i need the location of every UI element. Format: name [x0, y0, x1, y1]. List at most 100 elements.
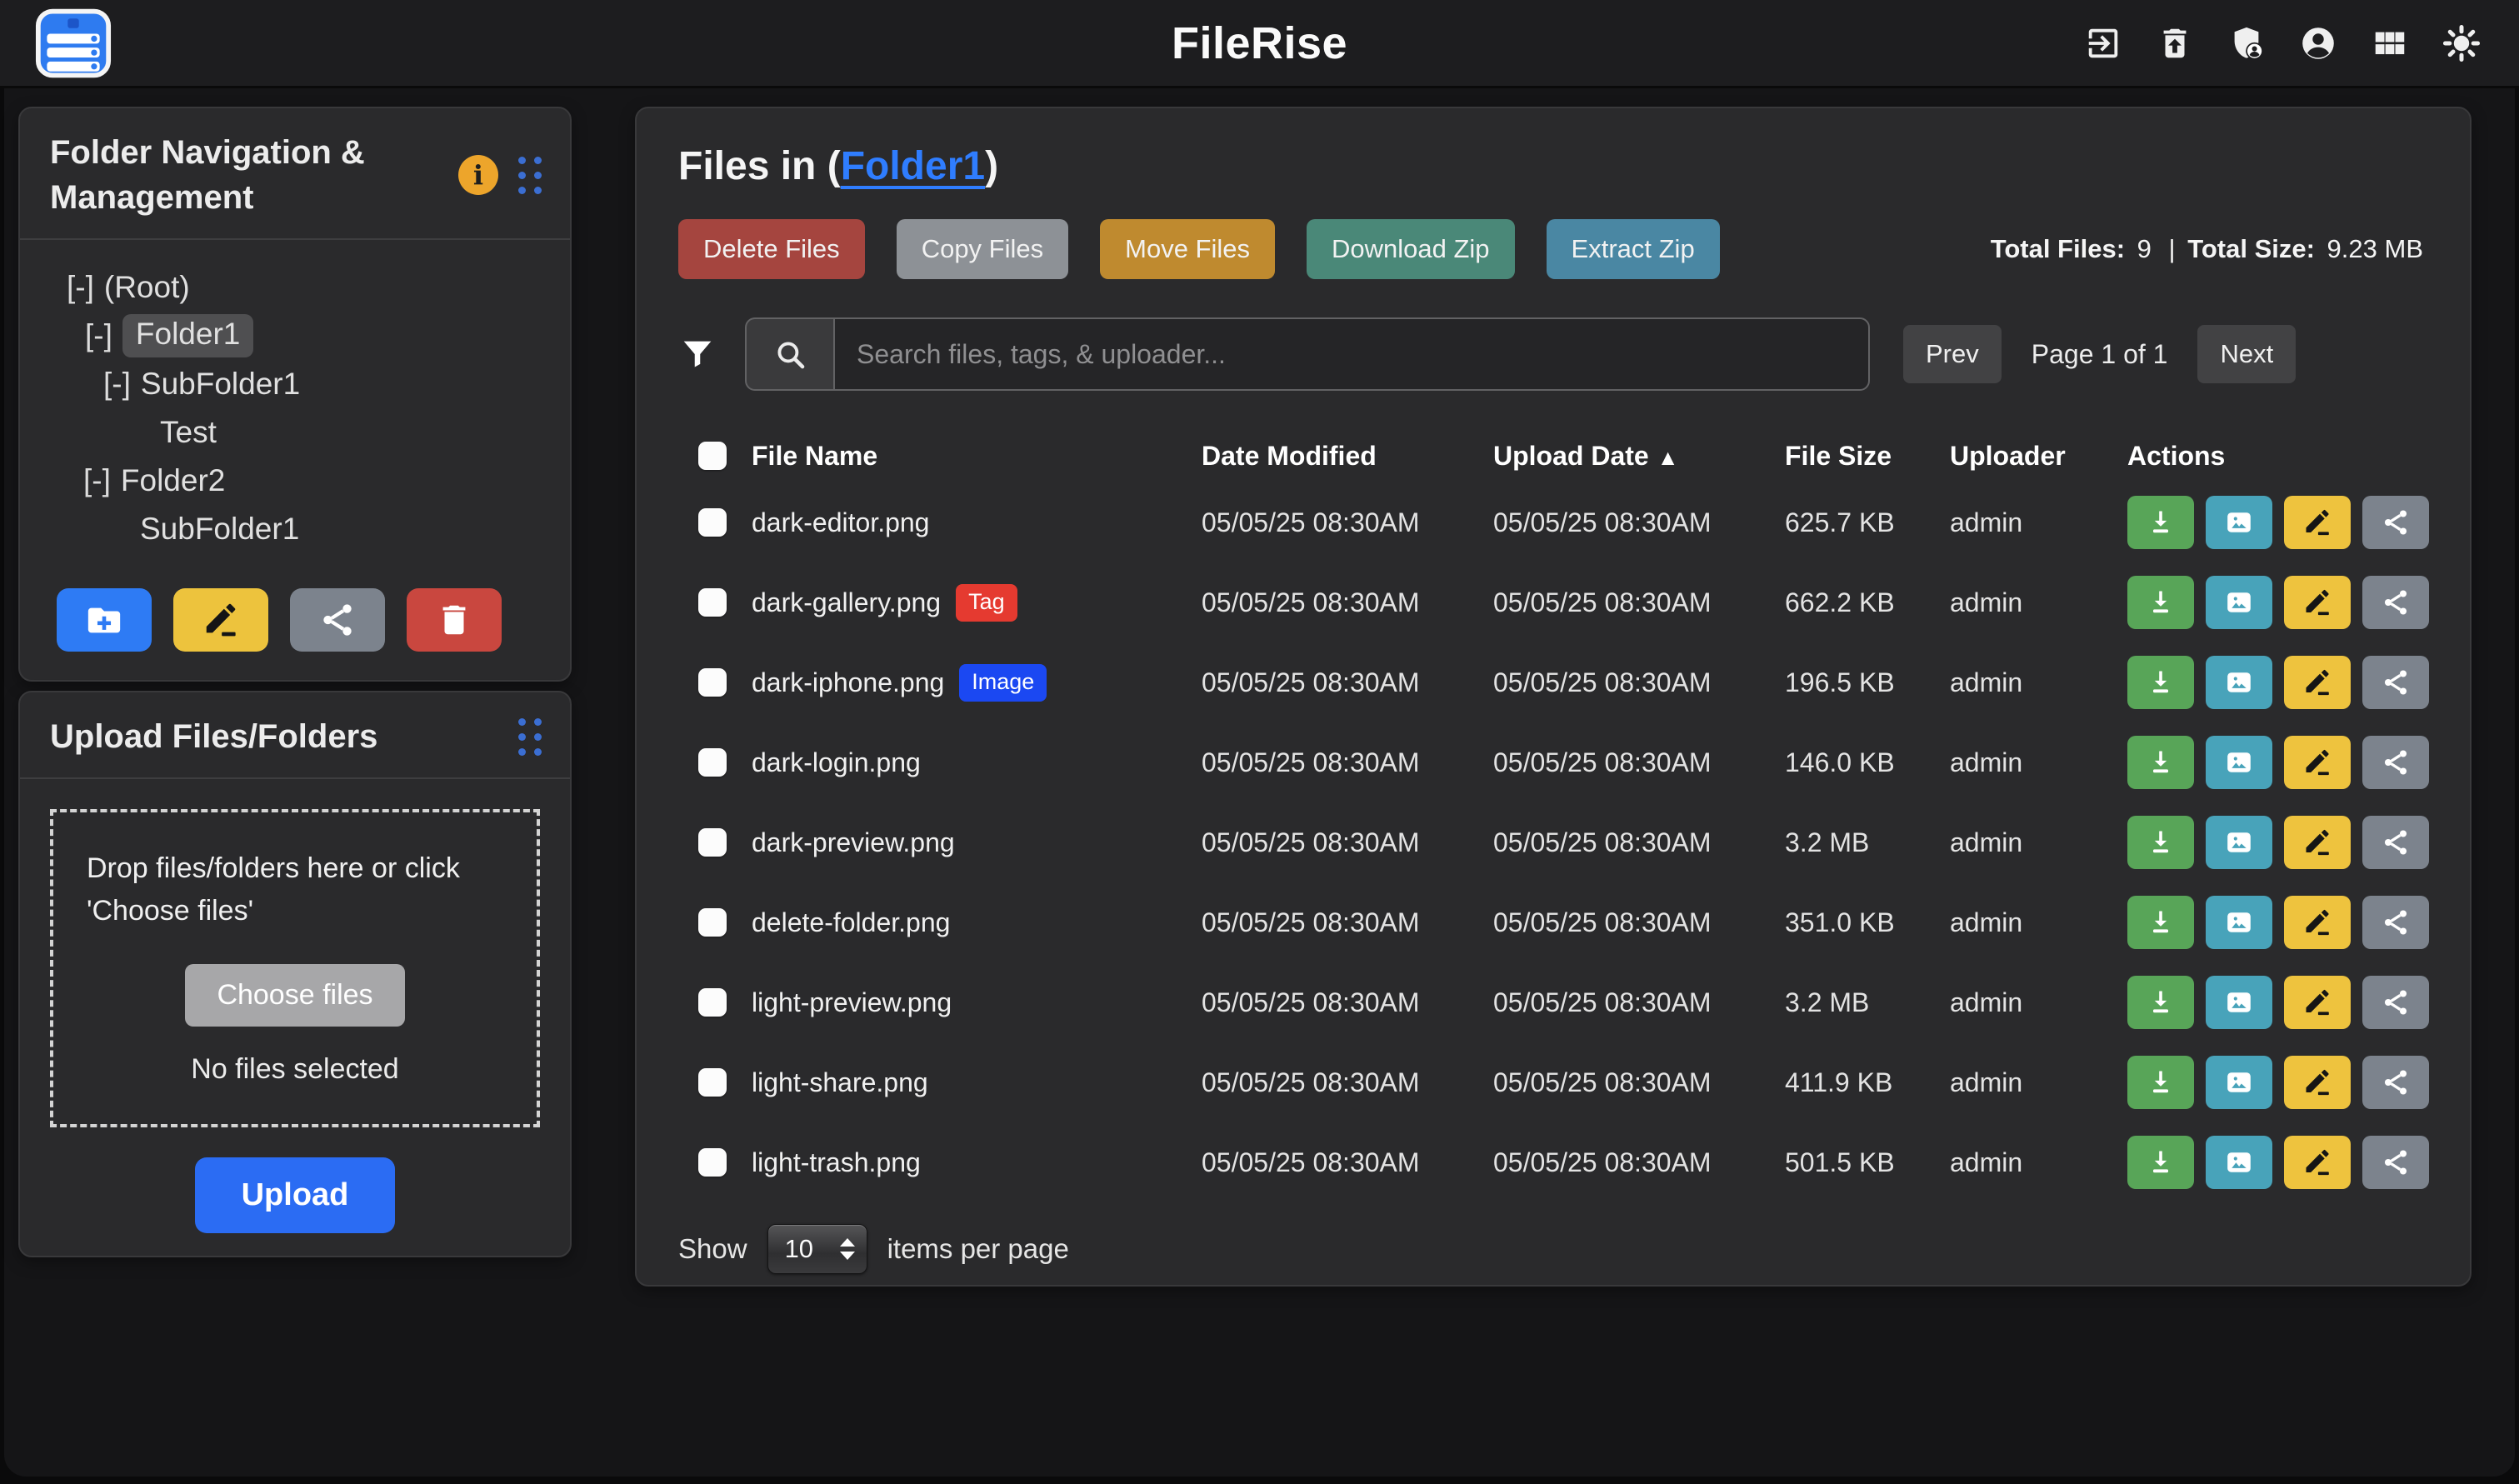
stepper-arrows-icon[interactable]: [840, 1238, 855, 1260]
edit-button[interactable]: [2284, 1136, 2351, 1189]
preview-button[interactable]: [2206, 896, 2272, 949]
filter-icon[interactable]: [678, 335, 717, 373]
tree-item-folder1[interactable]: [-] Folder1: [85, 312, 570, 360]
download-button[interactable]: [2127, 736, 2194, 789]
edit-button[interactable]: [2284, 576, 2351, 629]
file-name[interactable]: delete-folder.png: [752, 907, 950, 938]
edit-button[interactable]: [2284, 896, 2351, 949]
preview-button[interactable]: [2206, 816, 2272, 869]
tree-item-subfolder1-2[interactable]: SubFolder1: [130, 505, 570, 553]
row-checkbox[interactable]: [698, 668, 727, 697]
tree-toggle[interactable]: [-]: [83, 463, 111, 498]
tree-label[interactable]: Test: [160, 415, 217, 450]
grid-view-icon[interactable]: [2371, 24, 2409, 62]
row-checkbox[interactable]: [698, 1148, 727, 1177]
download-button[interactable]: [2127, 816, 2194, 869]
next-page-button[interactable]: Next: [2197, 325, 2296, 383]
search-input[interactable]: [833, 317, 1870, 391]
header-file-name[interactable]: File Name: [752, 441, 1202, 472]
tree-toggle[interactable]: [-]: [103, 367, 131, 402]
download-button[interactable]: [2127, 976, 2194, 1029]
edit-button[interactable]: [2284, 736, 2351, 789]
user-profile-icon[interactable]: [2299, 24, 2337, 62]
share-button[interactable]: [2362, 816, 2429, 869]
tag-badge[interactable]: Tag: [956, 584, 1017, 622]
download-button[interactable]: [2127, 1136, 2194, 1189]
image-badge[interactable]: Image: [959, 664, 1047, 702]
header-date-modified[interactable]: Date Modified: [1202, 441, 1493, 472]
delete-folder-button[interactable]: [407, 588, 502, 652]
tree-label[interactable]: SubFolder1: [140, 512, 299, 547]
restore-trash-icon[interactable]: [2156, 24, 2194, 62]
preview-button[interactable]: [2206, 1136, 2272, 1189]
download-button[interactable]: [2127, 576, 2194, 629]
share-button[interactable]: [2362, 1056, 2429, 1109]
edit-button[interactable]: [2284, 496, 2351, 549]
edit-button[interactable]: [2284, 976, 2351, 1029]
share-button[interactable]: [2362, 896, 2429, 949]
file-name[interactable]: dark-iphone.png: [752, 667, 944, 698]
file-name[interactable]: light-preview.png: [752, 987, 952, 1018]
drag-handle-icon[interactable]: [518, 157, 542, 194]
tree-label[interactable]: Folder2: [121, 463, 225, 498]
upload-dropzone[interactable]: Drop files/folders here or click 'Choose…: [50, 809, 540, 1127]
copy-files-button[interactable]: Copy Files: [897, 219, 1068, 279]
share-button[interactable]: [2362, 976, 2429, 1029]
tree-item-folder2[interactable]: [-] Folder2: [83, 457, 570, 505]
share-button[interactable]: [2362, 736, 2429, 789]
file-name[interactable]: dark-login.png: [752, 747, 921, 778]
logout-icon[interactable]: [2084, 24, 2122, 62]
delete-files-button[interactable]: Delete Files: [678, 219, 865, 279]
file-name[interactable]: light-share.png: [752, 1067, 928, 1098]
edit-button[interactable]: [2284, 656, 2351, 709]
edit-button[interactable]: [2284, 816, 2351, 869]
file-name[interactable]: light-trash.png: [752, 1147, 921, 1178]
extract-zip-button[interactable]: Extract Zip: [1547, 219, 1720, 279]
select-all-checkbox[interactable]: [698, 442, 727, 470]
preview-button[interactable]: [2206, 576, 2272, 629]
share-button[interactable]: [2362, 1136, 2429, 1189]
download-button[interactable]: [2127, 496, 2194, 549]
preview-button[interactable]: [2206, 656, 2272, 709]
light-mode-icon[interactable]: [2442, 24, 2481, 62]
items-per-page-select[interactable]: 10: [767, 1224, 867, 1274]
download-button[interactable]: [2127, 896, 2194, 949]
row-checkbox[interactable]: [698, 1068, 727, 1097]
row-checkbox[interactable]: [698, 828, 727, 857]
move-files-button[interactable]: Move Files: [1100, 219, 1275, 279]
row-checkbox[interactable]: [698, 748, 727, 777]
info-icon[interactable]: i: [458, 155, 498, 195]
prev-page-button[interactable]: Prev: [1903, 325, 2002, 383]
tree-item-subfolder1[interactable]: [-] SubFolder1: [103, 360, 570, 408]
current-folder-link[interactable]: Folder1: [841, 144, 985, 188]
header-file-size[interactable]: File Size: [1785, 441, 1950, 472]
file-name[interactable]: dark-gallery.png: [752, 587, 941, 618]
share-folder-button[interactable]: [290, 588, 385, 652]
tree-label[interactable]: (Root): [104, 270, 190, 305]
header-upload-date[interactable]: Upload Date▲: [1493, 441, 1785, 472]
tree-toggle[interactable]: [-]: [85, 318, 112, 353]
preview-button[interactable]: [2206, 976, 2272, 1029]
share-button[interactable]: [2362, 656, 2429, 709]
admin-panel-icon[interactable]: [2227, 24, 2266, 62]
file-name[interactable]: dark-preview.png: [752, 827, 955, 858]
preview-button[interactable]: [2206, 496, 2272, 549]
file-name[interactable]: dark-editor.png: [752, 507, 929, 538]
search-icon[interactable]: [745, 317, 833, 391]
upload-button[interactable]: Upload: [195, 1157, 396, 1233]
tree-label[interactable]: SubFolder1: [141, 367, 300, 402]
preview-button[interactable]: [2206, 1056, 2272, 1109]
preview-button[interactable]: [2206, 736, 2272, 789]
drag-handle-icon[interactable]: [518, 718, 542, 756]
download-button[interactable]: [2127, 656, 2194, 709]
header-uploader[interactable]: Uploader: [1950, 441, 2127, 472]
edit-button[interactable]: [2284, 1056, 2351, 1109]
row-checkbox[interactable]: [698, 588, 727, 617]
tree-toggle[interactable]: [-]: [67, 270, 94, 305]
row-checkbox[interactable]: [698, 908, 727, 937]
rename-folder-button[interactable]: [173, 588, 268, 652]
choose-files-button[interactable]: Choose files: [185, 964, 404, 1027]
tree-item-test[interactable]: Test: [150, 408, 570, 457]
tree-label-selected[interactable]: Folder1: [122, 314, 253, 357]
create-folder-button[interactable]: [57, 588, 152, 652]
